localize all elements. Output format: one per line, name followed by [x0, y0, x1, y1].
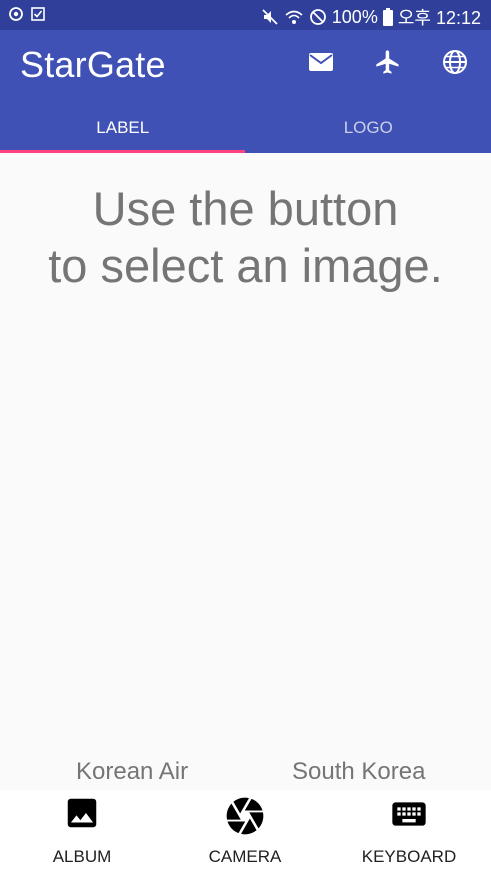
album-label: ALBUM: [52, 847, 112, 866]
app-title: StarGate: [20, 44, 166, 85]
blocked-icon: [309, 8, 327, 26]
tab-logo-text: LOGO: [343, 118, 393, 137]
tab-label-text: LABEL: [96, 118, 150, 137]
airplane-button[interactable]: [368, 44, 408, 84]
bottom-nav: ALBUM CAMERA KEYBOARD: [0, 790, 491, 873]
prompt-line-1: Use the button: [92, 182, 399, 235]
mute-icon: [261, 8, 279, 26]
prompt-line-2: to select an image.: [48, 239, 443, 292]
app-bar: StarGate LABEL LOGO: [0, 30, 491, 153]
image-icon: [63, 794, 101, 837]
clock: 오후 12:12: [397, 8, 481, 28]
globe-button[interactable]: [435, 44, 475, 84]
status-right: 100% 오후 12:12: [261, 4, 481, 30]
tab-label[interactable]: LABEL: [0, 106, 246, 153]
battery-icon: [382, 8, 393, 26]
album-button[interactable]: ALBUM: [0, 790, 164, 873]
result-left: Korean Air: [76, 758, 189, 785]
status-left-icons: [8, 6, 46, 22]
result-right: South Korea: [292, 758, 426, 785]
result-row: Korean Air South Korea: [0, 758, 491, 790]
keyboard-label: KEYBOARD: [361, 847, 457, 866]
tab-logo[interactable]: LOGO: [246, 106, 491, 153]
mail-icon: [308, 51, 334, 78]
select-image-prompt: Use the button to select an image.: [0, 180, 491, 294]
sync-icon: [8, 6, 24, 22]
status-bar: 100% 오후 12:12: [0, 0, 491, 30]
globe-icon: [442, 49, 468, 80]
airplane-icon: [374, 48, 402, 81]
camera-label: CAMERA: [208, 847, 282, 866]
keyboard-button[interactable]: KEYBOARD: [327, 790, 491, 873]
mail-button[interactable]: [301, 44, 341, 84]
camera-shutter-icon: [223, 794, 267, 843]
checklist-icon: [30, 6, 46, 22]
tab-indicator: [0, 150, 245, 153]
camera-button[interactable]: CAMERA: [163, 790, 327, 873]
tab-bar: LABEL LOGO: [0, 106, 491, 153]
wifi-icon: [284, 8, 304, 26]
keyboard-icon: [387, 794, 431, 839]
battery-percent: 100%: [331, 6, 378, 27]
